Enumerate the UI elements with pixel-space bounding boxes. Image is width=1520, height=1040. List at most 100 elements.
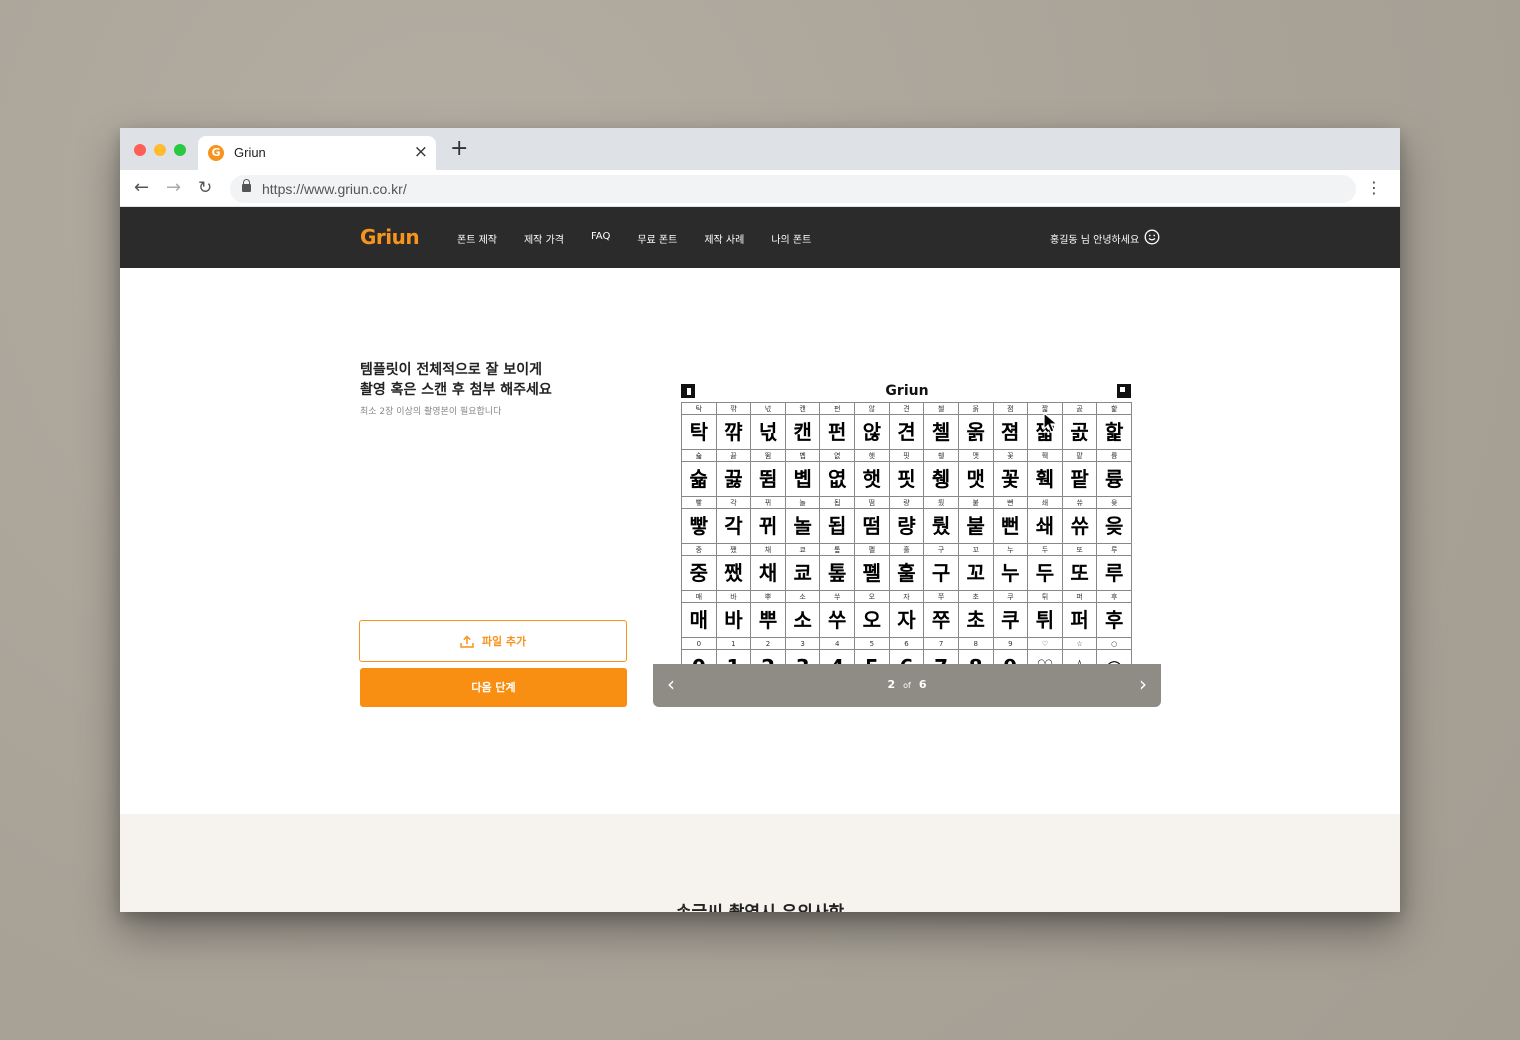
grid-label-cell: 쿄 (785, 544, 821, 556)
grid-glyph-cell: 쑤 (820, 603, 856, 638)
grid-label-cell: 량 (889, 497, 925, 509)
grid-label-cell: 누 (993, 544, 1029, 556)
grid-glyph-cell: 햇 (855, 462, 890, 497)
menu-item-cases[interactable]: 제작 사례 (704, 231, 744, 246)
grid-glyph-cell: 볩 (785, 462, 821, 497)
site-logo[interactable]: Griun (360, 225, 420, 249)
grid-glyph-cell: 각 (716, 509, 752, 544)
next-image-chevron-icon[interactable]: › (1139, 674, 1147, 694)
close-window-button[interactable] (134, 144, 146, 156)
reload-icon[interactable]: ↻ (198, 176, 212, 200)
grid-label-cell: 핥 (1097, 403, 1132, 415)
grid-label-cell: 루 (1097, 544, 1132, 556)
grid-glyph-cell: 훽 (1028, 462, 1063, 497)
grid-glyph-cell: 또 (1062, 556, 1098, 591)
menu-item-pricing[interactable]: 제작 가격 (524, 231, 564, 246)
grid-glyph-cell: 캔 (785, 415, 821, 450)
grid-label-cell: 놀 (785, 497, 821, 509)
grid-glyph-cell: 바 (716, 603, 752, 638)
menu-item-font-making[interactable]: 폰트 제작 (457, 231, 497, 246)
character-grid: 탁꺆넋캔펀않견첼옭졈짧곬핥탁꺆넋캔펀않견첼옭졈짧곬핥슓끓뜀볩엾햇핏췡맷꽃훽팥륭슓… (681, 402, 1132, 666)
url-text: https://www.griun.co.kr/ (262, 181, 407, 197)
grid-glyph-cell: 넋 (751, 415, 786, 450)
grid-label-cell: 엾 (820, 450, 856, 462)
grid-glyph-cell: 꼬 (958, 556, 994, 591)
grid-glyph-cell: 됩 (820, 509, 856, 544)
user-greeting[interactable]: 홍길동 님 안녕하세요 (1050, 231, 1139, 246)
new-tab-button[interactable]: + (450, 138, 468, 160)
page-subtitle: 최소 2장 이상의 촬영본이 필요합니다 (360, 407, 502, 417)
maximize-window-button[interactable] (174, 144, 186, 156)
grid-glyph-cell: 견 (889, 415, 925, 450)
browser-tab[interactable]: G Griun × (198, 136, 436, 170)
grid-glyph-cell: 루 (1097, 556, 1132, 591)
grid-label-cell: 첼 (924, 403, 959, 415)
browser-menu-icon[interactable]: ⋮ (1366, 177, 1382, 199)
grid-glyph-cell: 오 (855, 603, 890, 638)
grid-label-cell: 채 (751, 544, 786, 556)
grid-glyph-cell: 폘 (855, 556, 890, 591)
template-sheet-image: Griun 탁꺆넋캔펀않견첼옭졈짧곬핥탁꺆넋캔펀않견첼옭졈짧곬핥슓끓뜀볩엾햇핏췡… (653, 376, 1161, 666)
grid-glyph-cell: 초 (958, 603, 994, 638)
grid-label-cell: 뻔 (993, 497, 1029, 509)
grid-label-cell: 맷 (958, 450, 994, 462)
back-arrow-icon[interactable]: ← (134, 176, 149, 200)
grid-label-cell: 8 (958, 638, 994, 650)
next-step-button[interactable]: 다음 단계 (360, 668, 627, 707)
current-page: 2 (887, 678, 896, 691)
grid-glyph-cell: 붙 (958, 509, 994, 544)
grid-label-cell: 꽃 (993, 450, 1029, 462)
grid-glyph-cell: 훌 (889, 556, 925, 591)
grid-glyph-cell: 쭈 (924, 603, 959, 638)
grid-label-cell: 끓 (716, 450, 752, 462)
grid-glyph-cell: 량 (889, 509, 925, 544)
add-file-button[interactable]: 파일 추가 (359, 620, 627, 662)
grid-label-cell: 슓 (682, 450, 717, 462)
headline-line-1: 템플릿이 전체적으로 잘 보이게 (360, 362, 543, 378)
close-tab-icon[interactable]: × (414, 142, 428, 162)
corner-marker-icon (1117, 384, 1131, 398)
grid-label-cell: 매 (682, 591, 717, 603)
grid-label-cell: 또 (1062, 544, 1098, 556)
grid-label-cell: 쇄 (1028, 497, 1063, 509)
lock-icon (242, 179, 251, 192)
menu-item-my-fonts[interactable]: 나의 폰트 (771, 231, 811, 246)
grid-glyph-cell: 자 (889, 603, 925, 638)
minimize-window-button[interactable] (154, 144, 166, 156)
grid-label-cell: 쑤 (820, 591, 856, 603)
menu-item-faq[interactable]: FAQ (591, 231, 610, 246)
grid-glyph-cell: 끓 (716, 462, 752, 497)
notice-section: 손글씨 촬영시 유의사항 (120, 814, 1400, 912)
grid-glyph-cell: 쨌 (716, 556, 752, 591)
grid-label-cell: 꺆 (716, 403, 752, 415)
grid-glyph-cell: 뿌 (751, 603, 786, 638)
grid-glyph-cell: 슓 (682, 462, 717, 497)
grid-label-cell: 톺 (820, 544, 856, 556)
sheet-title: Griun (885, 383, 929, 399)
grid-glyph-cell: 중 (682, 556, 717, 591)
grid-glyph-cell: 매 (682, 603, 717, 638)
grid-glyph-cell: 핏 (889, 462, 925, 497)
grid-glyph-cell: 구 (924, 556, 959, 591)
menu-item-free-fonts[interactable]: 무료 폰트 (637, 231, 677, 246)
add-file-label: 파일 추가 (481, 635, 527, 648)
grid-glyph-cell: 꽃 (993, 462, 1029, 497)
grid-glyph-cell: 곬 (1062, 415, 1098, 450)
grid-glyph-cell: 채 (751, 556, 786, 591)
forward-arrow-icon[interactable]: → (166, 176, 181, 200)
grid-label-cell: 넋 (751, 403, 786, 415)
grid-label-cell: 뜀 (751, 450, 786, 462)
grid-label-cell: 3 (785, 638, 821, 650)
site-header: Griun 폰트 제작 제작 가격 FAQ 무료 폰트 제작 사례 나의 폰트 … (120, 207, 1400, 268)
grid-label-cell: 오 (855, 591, 890, 603)
grid-label-cell: ♡ (1028, 638, 1063, 650)
grid-label-cell: 두 (1028, 544, 1063, 556)
grid-glyph-cell: 뀌 (751, 509, 786, 544)
grid-label-cell: 소 (785, 591, 821, 603)
url-input[interactable]: https://www.griun.co.kr/ (230, 175, 1356, 203)
grid-label-cell: 훽 (1028, 450, 1063, 462)
headline-line-2: 촬영 혹은 스캔 후 첨부 해주세요 (360, 382, 552, 398)
grid-label-cell: 볩 (785, 450, 821, 462)
total-pages: 6 (918, 678, 927, 691)
smile-icon[interactable] (1144, 229, 1160, 245)
